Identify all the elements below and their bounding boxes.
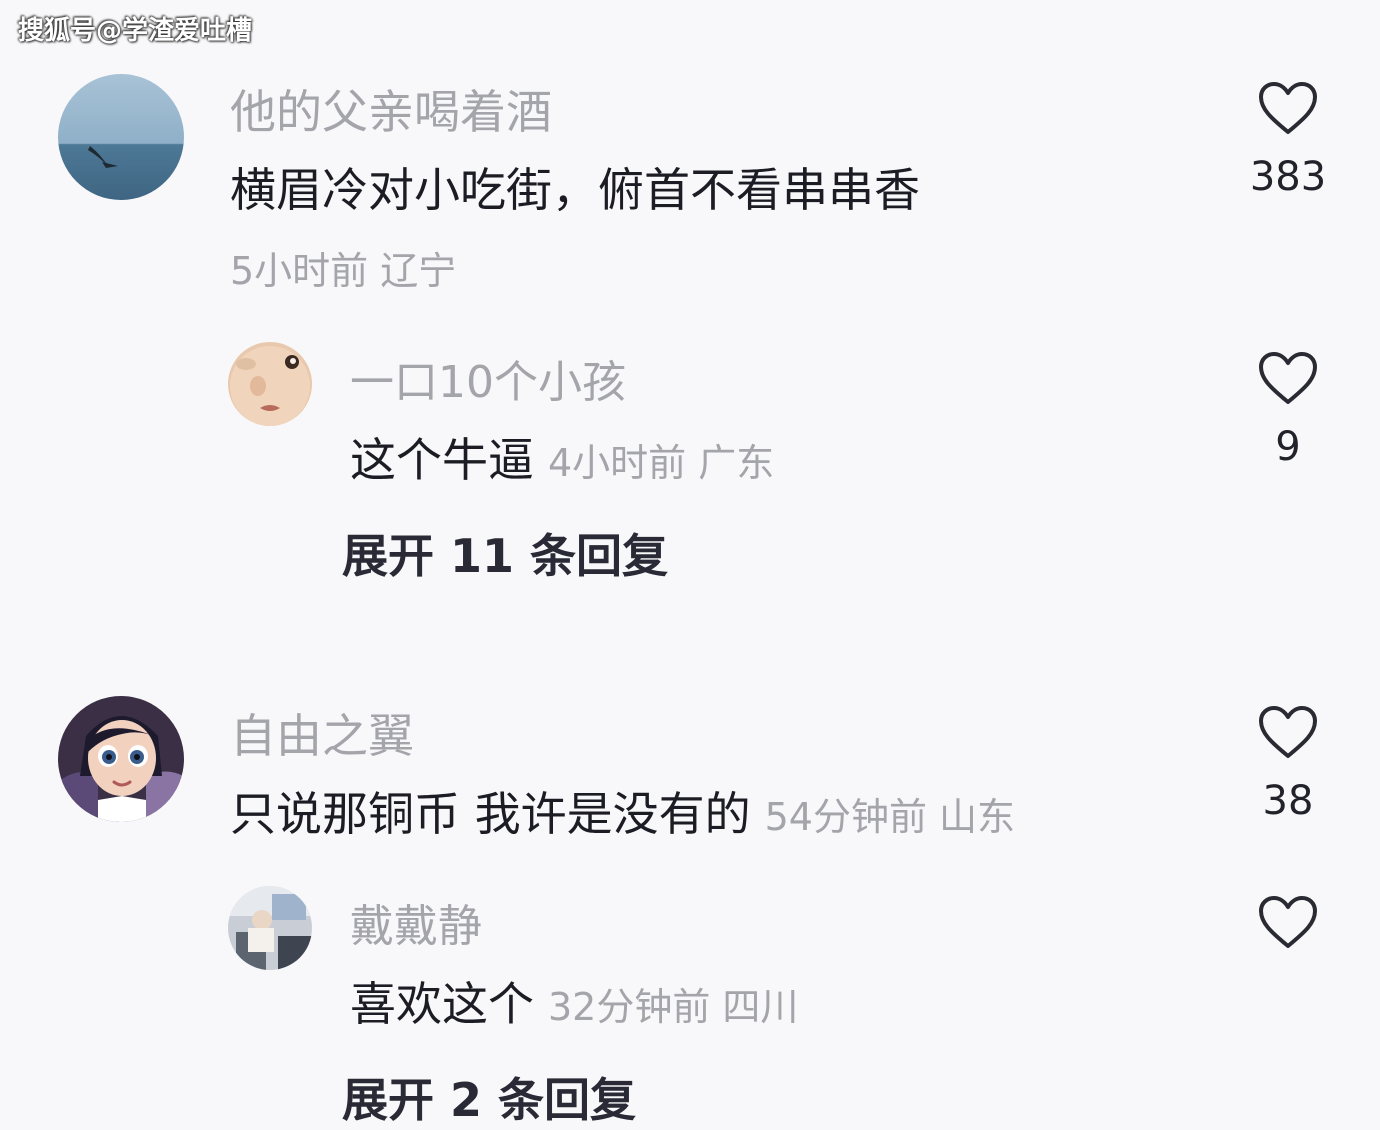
like-count: 9 xyxy=(1275,424,1301,470)
reply-text: 这个牛逼 4小时前 广东 xyxy=(350,424,774,490)
comment-meta: 5小时前 辽宁 xyxy=(230,249,457,293)
comment-text: 只说那铜币 我许是没有的 54分钟前 山东 xyxy=(230,778,1015,844)
reply-meta: 4小时前 广东 xyxy=(548,441,775,485)
like-count: 383 xyxy=(1249,154,1327,200)
reply-meta: 32分钟前 四川 xyxy=(548,985,799,1029)
comment-item: 自由之翼 只说那铜币 我许是没有的 54分钟前 山东 38 戴戴静 喜欢这个 3… xyxy=(0,640,1380,1127)
like-button[interactable]: 38 xyxy=(1238,704,1338,824)
photo-avatar-image xyxy=(228,886,312,970)
comment-username[interactable]: 他的父亲喝着酒 xyxy=(230,76,552,142)
expand-replies-button[interactable]: 展开 2 条回复 xyxy=(342,1064,636,1130)
comment-text: 横眉冷对小吃街，俯首不看串串香 xyxy=(230,154,920,220)
comment-item: 他的父亲喝着酒 横眉冷对小吃街，俯首不看串串香 5小时前 辽宁 383 一口10… xyxy=(0,0,1380,640)
like-button[interactable]: 383 xyxy=(1238,80,1338,200)
heart-outline-icon xyxy=(1259,352,1317,404)
comment-meta: 54分钟前 山东 xyxy=(764,795,1016,839)
avatar[interactable] xyxy=(58,74,184,200)
reply-body: 喜欢这个 xyxy=(350,977,534,1031)
avatar[interactable] xyxy=(228,886,312,970)
like-count: 38 xyxy=(1262,778,1314,824)
reply-text: 喜欢这个 32分钟前 四川 xyxy=(350,968,798,1034)
expand-replies-button[interactable]: 展开 11 条回复 xyxy=(342,520,668,586)
avatar[interactable] xyxy=(58,696,184,822)
reply-body: 这个牛逼 xyxy=(350,433,534,487)
cartoon-girl-avatar-image xyxy=(58,696,184,822)
like-button[interactable] xyxy=(1238,894,1338,950)
heart-outline-icon xyxy=(1259,896,1317,948)
heart-outline-icon xyxy=(1259,706,1317,758)
avatar[interactable] xyxy=(228,342,312,426)
sea-bird-avatar-image xyxy=(58,74,184,200)
comment-username[interactable]: 自由之翼 xyxy=(230,700,414,766)
reply-username[interactable]: 戴戴静 xyxy=(350,890,482,954)
like-button[interactable]: 9 xyxy=(1238,350,1338,470)
baby-face-avatar-image xyxy=(228,342,312,426)
comment-body: 横眉冷对小吃街，俯首不看串串香 xyxy=(230,163,920,217)
reply-username[interactable]: 一口10个小孩 xyxy=(350,346,626,410)
heart-outline-icon xyxy=(1259,82,1317,134)
comment-body: 只说那铜币 我许是没有的 xyxy=(230,787,751,841)
comment-list-page: 搜狐号@学渣爱吐槽 他的父亲喝着酒 横眉冷对小吃街，俯首不看串串香 5小时前 辽… xyxy=(0,0,1380,1127)
